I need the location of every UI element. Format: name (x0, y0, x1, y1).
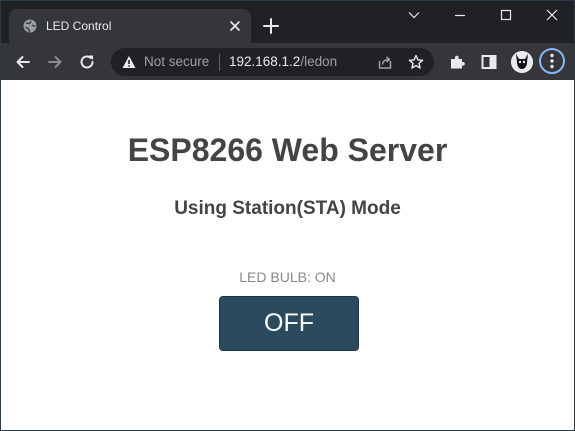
address-bar[interactable]: Not secure 192.168.1.2/ledon (111, 48, 434, 76)
omnibox-divider (219, 54, 220, 71)
browser-toolbar: Not secure 192.168.1.2/ledon (1, 43, 574, 80)
maximize-icon[interactable] (498, 7, 514, 23)
page-subtitle: Using Station(STA) Mode (174, 198, 401, 219)
extensions-puzzle-icon[interactable] (448, 53, 466, 71)
bookmark-star-icon[interactable] (408, 54, 424, 70)
led-status-text: LED BULB: ON (239, 269, 336, 285)
profile-avatar-image (511, 51, 533, 73)
tab-strip: LED Control (1, 1, 574, 43)
not-secure-label[interactable]: Not secure (144, 54, 209, 70)
reload-icon[interactable] (78, 53, 96, 71)
tab-title: LED Control (46, 19, 112, 33)
window-close-icon[interactable] (544, 7, 560, 23)
kebab-menu-icon (550, 53, 554, 69)
share-icon[interactable] (377, 54, 393, 70)
tab-close-icon[interactable] (227, 18, 243, 34)
page-title: ESP8266 Web Server (127, 132, 448, 168)
kebab-menu-button[interactable] (539, 48, 565, 74)
browser-window: LED Control Not secure 192.168.1.2/ledon… (0, 0, 575, 431)
url-host: 192.168.1.2 (229, 54, 301, 69)
back-arrow-icon[interactable] (14, 53, 32, 71)
side-panel-icon[interactable] (480, 53, 498, 71)
led-off-button[interactable]: OFF (219, 296, 359, 351)
url-path: /ledon (300, 54, 338, 69)
warning-triangle-icon[interactable] (122, 55, 136, 69)
minimize-icon[interactable] (452, 7, 468, 23)
chevron-down-icon[interactable] (406, 7, 422, 23)
tab-led-control[interactable]: LED Control (9, 9, 251, 43)
url-text[interactable]: 192.168.1.2/ledon (229, 54, 337, 70)
new-tab-plus-icon[interactable] (262, 17, 280, 35)
forward-arrow-icon[interactable] (46, 53, 64, 71)
web-page: ESP8266 Web Server Using Station(STA) Mo… (1, 80, 574, 430)
globe-icon (23, 19, 37, 33)
profile-avatar[interactable] (511, 51, 533, 73)
